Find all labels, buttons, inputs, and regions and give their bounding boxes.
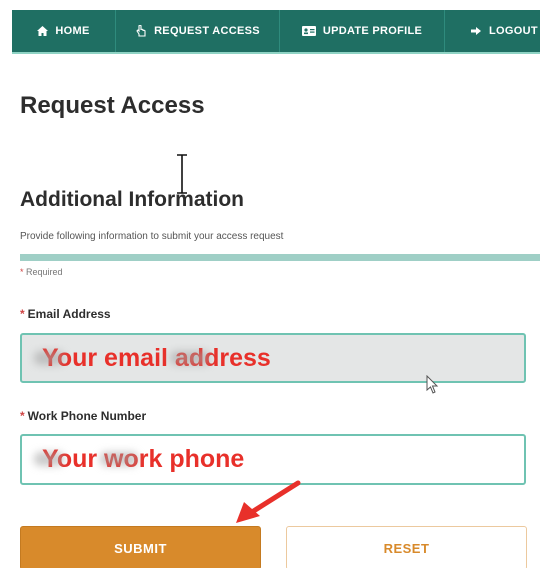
required-note-text: Required <box>26 267 63 277</box>
email-label: * Email Address <box>20 307 111 321</box>
top-nav-bar: HOME REQUEST ACCESS UPDATE PROFILE LOGOU… <box>12 10 540 54</box>
required-star-icon: * <box>20 267 24 277</box>
red-arrow-icon <box>236 480 301 523</box>
submit-button[interactable]: SUBMIT <box>20 526 261 568</box>
page-title: Request Access <box>20 92 205 119</box>
nav-update-profile-label: UPDATE PROFILE <box>322 25 423 37</box>
nav-logout-label: LOGOUT <box>489 25 538 37</box>
request-access-page: HOME REQUEST ACCESS UPDATE PROFILE LOGOU… <box>0 0 540 568</box>
nav-logout[interactable]: LOGOUT <box>445 10 540 52</box>
nav-home-label: HOME <box>55 25 90 37</box>
email-input[interactable] <box>20 333 526 383</box>
mouse-pointer-icon <box>426 375 439 394</box>
required-star-icon: * <box>20 307 25 321</box>
sign-out-icon <box>471 26 482 36</box>
email-label-text: Email Address <box>27 307 111 321</box>
hand-pointer-icon <box>135 25 147 37</box>
nav-home[interactable]: HOME <box>12 10 115 52</box>
nav-request-access[interactable]: REQUEST ACCESS <box>116 10 279 52</box>
reset-button[interactable]: RESET <box>286 526 527 568</box>
id-card-icon <box>301 26 316 36</box>
nav-update-profile[interactable]: UPDATE PROFILE <box>280 10 444 52</box>
required-star-icon: * <box>20 409 25 423</box>
section-description: Provide following information to submit … <box>20 231 284 242</box>
section-title: Additional Information <box>20 188 244 211</box>
home-icon <box>37 26 49 36</box>
required-note: * Required <box>20 267 63 277</box>
phone-label-text: Work Phone Number <box>27 409 147 423</box>
section-divider <box>20 254 540 261</box>
phone-label: * Work Phone Number <box>20 409 146 423</box>
nav-request-access-label: REQUEST ACCESS <box>154 25 260 37</box>
